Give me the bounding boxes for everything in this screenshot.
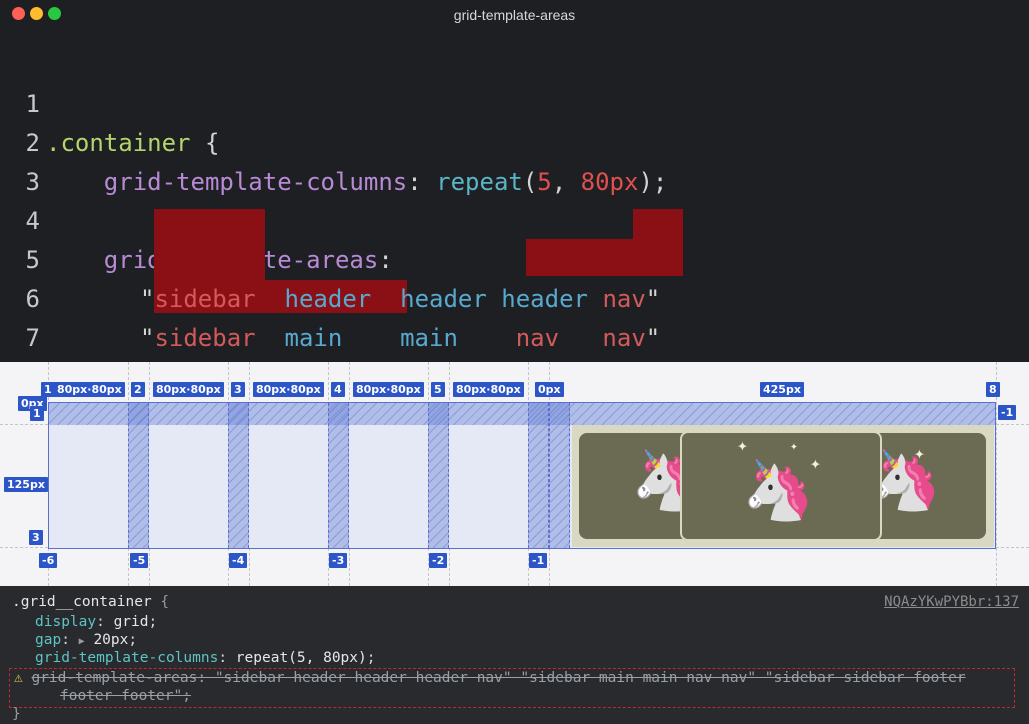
area-name: nav <box>602 324 646 352</box>
number-value: 5 <box>537 168 552 196</box>
column-gap-band <box>549 403 570 548</box>
code-line: 7 "sidebar sidebar footer footer footer"… <box>0 280 721 393</box>
code-line: 2 grid-template-columns: repeat(5, 80px)… <box>0 85 668 196</box>
css-selector[interactable]: .grid__container <box>12 594 152 610</box>
area-name: sidebar <box>154 285 256 313</box>
expand-triangle-icon[interactable]: ▶ <box>79 636 85 647</box>
area-name: main <box>400 324 458 352</box>
grid-line-label: -6 <box>39 553 58 568</box>
unicorn-icon: 🦄 <box>742 456 815 524</box>
grid-inspector-overlay[interactable]: 🦄 🦄 ✦ ✦ ✦ ✦ 🦄 1 80px·80px 2 80px·80px 3 … <box>0 362 1029 586</box>
css-property: grid-template-columns <box>35 650 219 666</box>
grid-line-label: -4 <box>229 553 248 568</box>
column-gap-band <box>328 403 349 548</box>
css-rule-close: } <box>12 706 21 722</box>
grid-line-label: -2 <box>429 553 448 568</box>
track-size-label: 80px·80px <box>353 382 424 397</box>
grid-line-label: 3 <box>231 382 245 397</box>
grid-line-label: 1 <box>30 406 44 421</box>
area-name: header <box>284 285 372 313</box>
grid-line-label: 8 <box>986 382 1000 397</box>
area-name: nav <box>602 285 646 313</box>
grid-line-label: 5 <box>431 382 445 397</box>
track-size-label: 425px <box>760 382 804 397</box>
css-value: repeat(5, 80px) <box>235 650 367 666</box>
sparkle-icon: ✦ <box>914 443 925 464</box>
source-link[interactable]: NQAzYKwPYBbr:137 <box>884 594 1019 610</box>
grid-line-label: 1 <box>41 382 55 397</box>
column-gap-band <box>228 403 249 548</box>
css-property: display <box>35 614 97 630</box>
window-title: grid-template-areas <box>453 7 576 23</box>
css-property: gap <box>35 632 62 648</box>
css-value: footer footer" <box>60 688 183 704</box>
warning-icon: ⚠ <box>14 670 23 686</box>
code-line: 3 <box>0 124 87 196</box>
window-titlebar: grid-template-areas <box>0 0 1029 30</box>
css-declaration[interactable]: display: grid; <box>35 613 157 631</box>
area-name: header <box>400 285 487 313</box>
css-value: grid <box>113 614 149 630</box>
nav-area-highlight <box>526 239 683 276</box>
css-declaration[interactable]: grid-template-columns: repeat(5, 80px); <box>35 649 375 667</box>
row-gap-band <box>49 403 995 425</box>
column-gap-band <box>128 403 149 548</box>
code-line: 5 "sidebar header header header nav" <box>0 202 661 313</box>
grid-line-label: 4 <box>331 382 345 397</box>
nav-area-highlight <box>633 209 683 239</box>
grid-line-label: -1 <box>998 405 1017 420</box>
track-size-label: 125px <box>4 477 48 492</box>
sparkle-icon: ✦ <box>790 439 798 454</box>
css-value: "sidebar header header header nav" "side… <box>214 670 966 686</box>
grid-line-label: -5 <box>130 553 149 568</box>
track-size-label: 80px·80px <box>453 382 524 397</box>
function-name: repeat <box>436 168 523 196</box>
track-size-label: 0px <box>535 382 564 397</box>
code-line: 8 } <box>0 319 87 430</box>
css-declaration-invalid-continued: footer footer"; <box>60 688 191 704</box>
code-line: 1 .container { <box>0 46 220 157</box>
css-declaration[interactable]: gap: ▶ 20px; <box>35 631 137 651</box>
code-editor-window: grid-template-areas 1 .container { 2 gri… <box>0 0 1029 430</box>
number-value: 80px <box>580 168 639 196</box>
css-rule-header: .grid__container { <box>12 594 170 610</box>
devtools-styles-panel: .grid__container { NQAzYKwPYBbr:137 disp… <box>0 586 1029 724</box>
area-name: nav <box>515 324 560 352</box>
track-size-label: 80px·80px <box>54 382 125 397</box>
grid-line-label: 2 <box>131 382 145 397</box>
css-declaration-invalid[interactable]: ⚠ grid-template-areas: "sidebar header h… <box>14 669 966 687</box>
sparkle-icon: ✦ <box>737 435 748 456</box>
grid-item-image: 🦄 🦄 ✦ ✦ ✦ ✦ 🦄 <box>572 425 994 547</box>
grid-line-label: -3 <box>329 553 348 568</box>
track-size-label: 80px·80px <box>253 382 324 397</box>
css-value: 20px <box>93 632 129 648</box>
property-name: grid-template-columns <box>103 168 408 196</box>
grid-line-label: -1 <box>529 553 548 568</box>
code-line: 4 grid-template-areas: <box>0 163 393 274</box>
css-property: grid-template-areas <box>31 670 198 686</box>
track-size-label: 80px·80px <box>153 382 224 397</box>
image-card-front: ✦ ✦ ✦ 🦄 <box>680 431 882 541</box>
column-gap-band <box>428 403 449 548</box>
code-line: 6 "sidebar main main nav nav" <box>0 241 661 352</box>
area-name: header <box>501 285 588 313</box>
column-gap-band <box>528 403 549 548</box>
grid-line-label: 3 <box>29 530 43 545</box>
area-name: sidebar <box>154 324 256 352</box>
area-name: main <box>284 324 343 352</box>
